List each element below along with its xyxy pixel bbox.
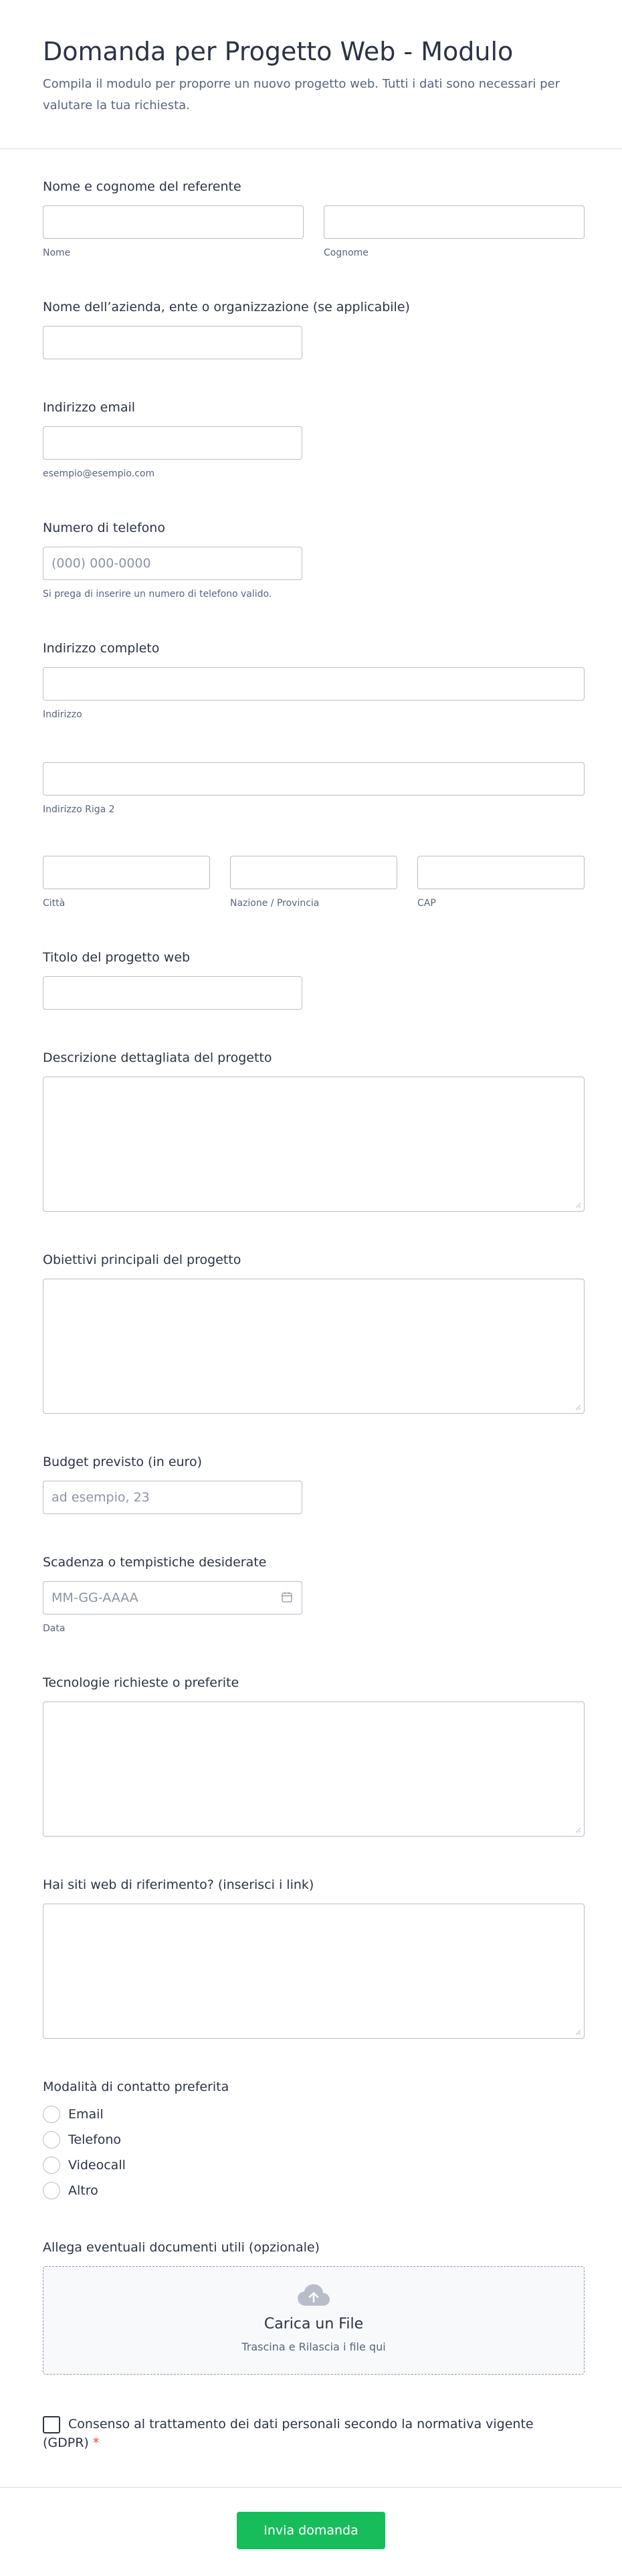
- cloud-upload-icon: [298, 2284, 330, 2306]
- gdpr-consent-text-line2: (GDPR): [43, 2435, 89, 2450]
- budget-label: Budget previsto (in euro): [43, 1455, 202, 1469]
- company-input[interactable]: [43, 326, 302, 359]
- upload-subtitle: Trascina e Rilascia i file qui: [241, 2340, 386, 2353]
- field-contatto: Modalità di contatto preferita Email Tel…: [43, 2079, 579, 2199]
- radio-option[interactable]: Telefono: [43, 2131, 579, 2148]
- zip-sublabel: CAP: [417, 898, 436, 909]
- state-sublabel: Nazione / Provincia: [230, 898, 320, 909]
- resize-grip-icon[interactable]: [575, 1404, 581, 1410]
- description-label: Descrizione dettagliata del progetto: [43, 1050, 272, 1065]
- radio-label: Altro: [68, 2183, 98, 2198]
- last-name-sublabel: Cognome: [324, 248, 369, 258]
- form-body: Nome e cognome del referente Nome Cognom…: [0, 149, 622, 2452]
- field-descrizione: Descrizione dettagliata del progetto: [43, 1050, 585, 1212]
- form-page: Domanda per Progetto Web - Modulo Compil…: [0, 0, 622, 2576]
- radio-label: Telefono: [68, 2132, 122, 2147]
- field-scadenza: Scadenza o tempistiche desiderate MM-GG-…: [43, 1554, 579, 1635]
- resize-grip-icon[interactable]: [575, 1827, 581, 1833]
- submit-button[interactable]: Invia domanda: [237, 2512, 385, 2549]
- referente-label: Nome e cognome del referente: [43, 179, 241, 194]
- city-input[interactable]: [43, 856, 210, 889]
- deadline-date-input[interactable]: MM-GG-AAAA: [43, 1581, 302, 1615]
- phone-help: Si prega di inserire un numero di telefo…: [43, 589, 272, 600]
- form-header: Domanda per Progetto Web - Modulo Compil…: [0, 0, 622, 149]
- gdpr-consent-label: Consenso al trattamento dei dati persona…: [68, 2415, 563, 2433]
- description-textarea[interactable]: [43, 1077, 585, 1212]
- form-title: Domanda per Progetto Web - Modulo: [43, 37, 514, 66]
- project-title-label: Titolo del progetto web: [43, 950, 191, 965]
- field-email: Indirizzo email esempio@esempio.com: [43, 399, 579, 480]
- project-title-input[interactable]: [43, 976, 302, 1010]
- file-upload-dropzone[interactable]: Carica un File Trascina e Rilascia i fil…: [43, 2266, 585, 2375]
- radio-button[interactable]: [43, 2182, 60, 2199]
- technologies-textarea[interactable]: [43, 1701, 585, 1837]
- resize-grip-icon[interactable]: [575, 2029, 581, 2035]
- field-obiettivi: Obiettivi principali del progetto: [43, 1252, 585, 1414]
- field-allegati: Allega eventuali documenti utili (opzion…: [43, 2239, 585, 2375]
- field-referente: Nome e cognome del referente Nome Cognom…: [43, 179, 585, 259]
- city-sublabel: Città: [43, 898, 66, 909]
- form-subtitle: Compila il modulo per proporre un nuovo …: [43, 77, 560, 112]
- address-line1-input[interactable]: [43, 667, 585, 701]
- radio-button[interactable]: [43, 2106, 60, 2123]
- resize-grip-icon[interactable]: [575, 1202, 581, 1208]
- upload-title: Carica un File: [264, 2316, 364, 2332]
- field-indirizzo: Indirizzo completo Indirizzo Indirizzo R…: [43, 640, 585, 909]
- budget-input[interactable]: ad esempio, 23: [43, 1481, 302, 1514]
- address-line2-input[interactable]: [43, 762, 585, 796]
- azienda-label: Nome dell’azienda, ente o organizzazione…: [43, 300, 410, 314]
- radio-label: Email: [68, 2107, 104, 2122]
- field-budget: Budget previsto (in euro) ad esempio, 23: [43, 1454, 579, 1514]
- calendar-icon[interactable]: [281, 1591, 293, 1603]
- address-line1-sublabel: Indirizzo: [43, 709, 82, 720]
- goals-label: Obiettivi principali del progetto: [43, 1253, 241, 1267]
- state-input[interactable]: [230, 856, 397, 889]
- zip-input[interactable]: [417, 856, 585, 889]
- gdpr-consent-line2: (GDPR) *: [43, 2433, 579, 2452]
- radio-button[interactable]: [43, 2131, 60, 2148]
- phone-label: Numero di telefono: [43, 521, 165, 535]
- field-riferimenti: Hai siti web di riferimento? (inserisci …: [43, 1877, 585, 2039]
- radio-option[interactable]: Altro: [43, 2182, 579, 2199]
- email-sublabel: esempio@esempio.com: [43, 468, 155, 479]
- field-consenso: Consenso al trattamento dei dati persona…: [43, 2415, 579, 2433]
- contact-label: Modalità di contatto preferita: [43, 2080, 229, 2094]
- address-line2-sublabel: Indirizzo Riga 2: [43, 804, 115, 815]
- email-label: Indirizzo email: [43, 400, 136, 415]
- radio-option[interactable]: Email: [43, 2106, 579, 2123]
- required-mark: *: [92, 2435, 100, 2450]
- contact-radio-group: Email Telefono Videocall Altro: [43, 2106, 579, 2199]
- form-footer: Invia domanda: [0, 2487, 622, 2576]
- references-label: Hai siti web di riferimento? (inserisci …: [43, 1877, 314, 1892]
- email-input[interactable]: [43, 426, 302, 460]
- technologies-label: Tecnologie richieste o preferite: [43, 1675, 239, 1690]
- gdpr-consent-text-line1: Consenso al trattamento dei dati persona…: [68, 2417, 534, 2431]
- first-name-sublabel: Nome: [43, 248, 71, 258]
- first-name-input[interactable]: [43, 205, 304, 239]
- gdpr-consent-checkbox[interactable]: [43, 2416, 60, 2433]
- deadline-label: Scadenza o tempistiche desiderate: [43, 1555, 267, 1570]
- address-label: Indirizzo completo: [43, 641, 160, 656]
- deadline-sublabel: Data: [43, 1623, 66, 1634]
- field-telefono: Numero di telefono (000) 000-0000 Si pre…: [43, 520, 579, 600]
- field-azienda: Nome dell’azienda, ente o organizzazione…: [43, 299, 579, 359]
- radio-option[interactable]: Videocall: [43, 2156, 579, 2174]
- last-name-input[interactable]: [324, 205, 585, 239]
- phone-input[interactable]: (000) 000-0000: [43, 547, 302, 580]
- radio-label: Videocall: [68, 2158, 126, 2173]
- attachments-label: Allega eventuali documenti utili (opzion…: [43, 2240, 320, 2255]
- field-tecnologie: Tecnologie richieste o preferite: [43, 1675, 585, 1837]
- field-titolo: Titolo del progetto web: [43, 949, 579, 1010]
- goals-textarea[interactable]: [43, 1279, 585, 1414]
- radio-button[interactable]: [43, 2156, 60, 2174]
- references-textarea[interactable]: [43, 1904, 585, 2039]
